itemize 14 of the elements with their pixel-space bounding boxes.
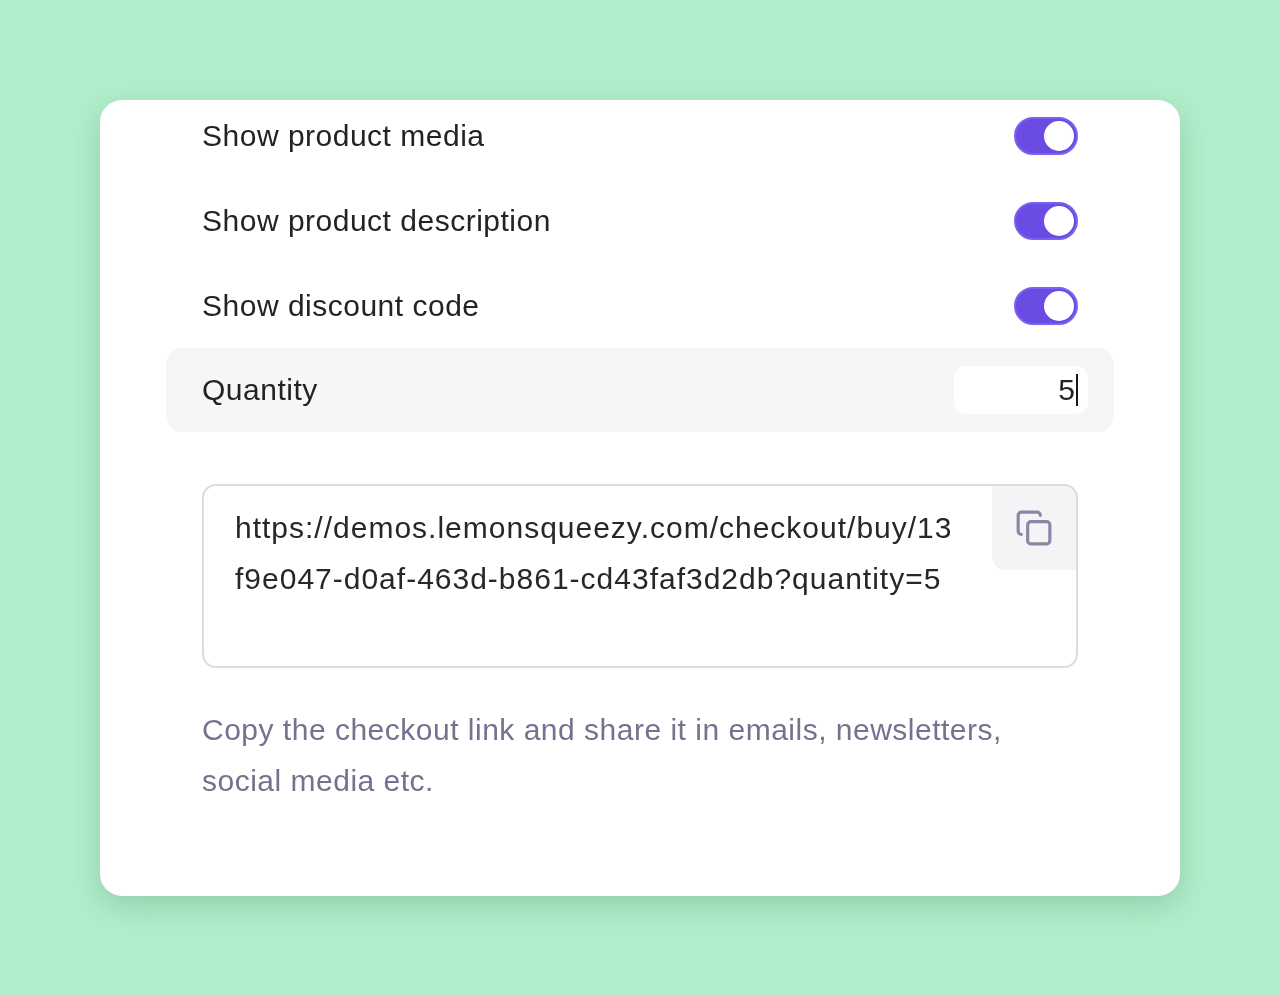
- setting-label: Show product media: [202, 121, 485, 151]
- copy-icon: [1015, 509, 1053, 547]
- checkout-link-field[interactable]: https://demos.lemonsqueezy.com/checkout/buy/13f9e047-d0af-463d-b861-cd43faf3d2db?quantity=5: [202, 484, 1078, 668]
- toggle-switch[interactable]: [1014, 202, 1078, 240]
- help-text: Copy the checkout link and share it in emails, newsletters, social media etc.: [202, 712, 1003, 799]
- quantity-label: Quantity: [202, 375, 318, 405]
- quantity-field[interactable]: 5: [954, 366, 1088, 414]
- setting-label: Show product description: [202, 206, 551, 236]
- text-cursor-icon: [1076, 374, 1078, 406]
- setting-label: Show discount code: [202, 291, 480, 321]
- toggle-switch[interactable]: [1014, 117, 1078, 155]
- copy-button[interactable]: [992, 486, 1076, 570]
- checkout-link-text: https://demos.lemonsqueezy.com/checkout/buy/13f9e047-d0af-463d-b861-cd43faf3d2db?quantity=5: [235, 510, 954, 597]
- toggle-switch[interactable]: [1014, 287, 1078, 325]
